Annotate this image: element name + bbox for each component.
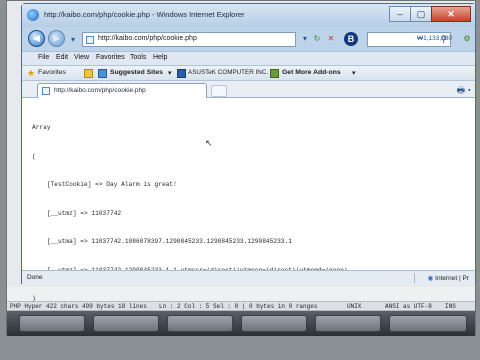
- addons-dropdown-icon[interactable]: ▾: [352, 69, 355, 77]
- tab-cookie-page[interactable]: http://kaibo.com/php/cookie.php: [37, 83, 207, 98]
- editor-mode: INS: [445, 303, 456, 310]
- maximize-button[interactable]: ▢: [410, 6, 432, 22]
- get-addons-link[interactable]: Get More Add-ons: [282, 69, 341, 76]
- mouse-cursor-icon: ↖: [205, 138, 213, 148]
- page-icon: [42, 87, 50, 95]
- menu-bar: File Edit View Favorites Tools Help: [22, 51, 475, 65]
- forward-arrow-icon: ▶: [53, 33, 60, 43]
- suggested-sites-link[interactable]: Suggested Sites: [110, 69, 163, 76]
- tab-bar: http://kaibo.com/php/cookie.php 🖶 ▾: [22, 81, 475, 98]
- minimize-button[interactable]: –: [389, 6, 411, 22]
- suggested-sites-dropdown-icon[interactable]: ▾: [168, 69, 171, 77]
- cookie-dump: Array ( [TestCookie] => Day Alarm is gre…: [32, 104, 348, 323]
- menu-file[interactable]: File: [38, 54, 49, 61]
- address-dropdown-icon[interactable]: ▾: [300, 34, 310, 44]
- status-text: Done: [27, 274, 43, 281]
- stop-icon[interactable]: ✕: [326, 34, 336, 44]
- history-dropdown-icon[interactable]: ▾: [68, 35, 78, 45]
- window-controls: – ▢ ✕: [389, 6, 471, 23]
- tab-label: http://kaibo.com/php/cookie.php: [54, 87, 146, 94]
- status-bar: Done ◉ Internet | Pr: [22, 270, 475, 284]
- menu-favorites[interactable]: Favorites: [96, 54, 125, 61]
- address-bar[interactable]: http://kaibo.com/php/cookie.php: [82, 32, 296, 47]
- addons-icon: [270, 69, 279, 78]
- dump-line: [__utma] => 11037742.1086078397.12908452…: [32, 238, 292, 245]
- new-tab-button[interactable]: [211, 85, 227, 97]
- favorites-button[interactable]: Favorites: [38, 69, 66, 76]
- asus-link[interactable]: ASUSTeK COMPUTER INC.: [188, 69, 268, 76]
- editor-line-ending: UNIX: [347, 303, 362, 310]
- forward-button[interactable]: ▶: [48, 30, 65, 47]
- back-button[interactable]: ◀: [28, 30, 45, 47]
- screen: PHP Hyper 422 chars 499 bytes 18 lines L…: [0, 0, 480, 360]
- menu-tools[interactable]: Tools: [130, 54, 146, 61]
- back-arrow-icon: ◀: [33, 33, 40, 43]
- suggested-sites-icon: [98, 69, 107, 78]
- menu-edit[interactable]: Edit: [56, 54, 68, 61]
- favorites-star-icon: ★: [27, 68, 36, 78]
- favorites-bar: ★ Favorites Suggested Sites ▾ ASUSTeK CO…: [22, 65, 475, 81]
- title-bar[interactable]: http://kaibo.com/php/cookie.php - Window…: [22, 4, 475, 27]
- page-content: Array ( [TestCookie] => Day Alarm is gre…: [22, 98, 475, 302]
- minimize-icon: –: [397, 9, 403, 19]
- maximize-icon: ▢: [416, 9, 426, 19]
- address-toolbar: ◀ ▶ ▾ http://kaibo.com/php/cookie.php ▾ …: [22, 27, 475, 51]
- window-title: http://kaibo.com/php/cookie.php - Window…: [44, 10, 245, 19]
- rate-indicator: ₩1,133,980: [417, 35, 453, 42]
- zone-label: Internet | Pr: [435, 275, 469, 282]
- taskbar-button[interactable]: [389, 315, 467, 332]
- dump-line: Array: [32, 124, 51, 131]
- asus-link-icon: [177, 69, 186, 78]
- security-zone[interactable]: ◉ Internet | Pr: [428, 274, 469, 282]
- dump-line: ): [32, 295, 36, 302]
- addon-icon[interactable]: ⚙: [462, 34, 472, 44]
- editor-encoding: ANSI as UTF-8: [385, 303, 432, 310]
- dump-line: [__utmz] => 11037742: [32, 209, 122, 217]
- search-provider-icon[interactable]: B: [344, 32, 358, 46]
- dump-line: [TestCookie] => Day Alarm is great!: [32, 181, 177, 188]
- dump-line: (: [32, 152, 36, 160]
- status-divider: [414, 273, 415, 283]
- close-icon: ✕: [447, 9, 455, 19]
- page-tools-icon[interactable]: 🖶 ▾: [457, 83, 471, 99]
- refresh-icon[interactable]: ↻: [312, 34, 322, 44]
- add-favorite-icon[interactable]: [84, 69, 93, 78]
- ie-logo-icon: [27, 9, 39, 21]
- close-button[interactable]: ✕: [431, 6, 471, 22]
- address-text: http://kaibo.com/php/cookie.php: [98, 35, 197, 42]
- page-icon: [86, 36, 94, 44]
- menu-view[interactable]: View: [74, 54, 89, 61]
- menu-help[interactable]: Help: [153, 54, 167, 61]
- browser-window: http://kaibo.com/php/cookie.php - Window…: [21, 3, 476, 302]
